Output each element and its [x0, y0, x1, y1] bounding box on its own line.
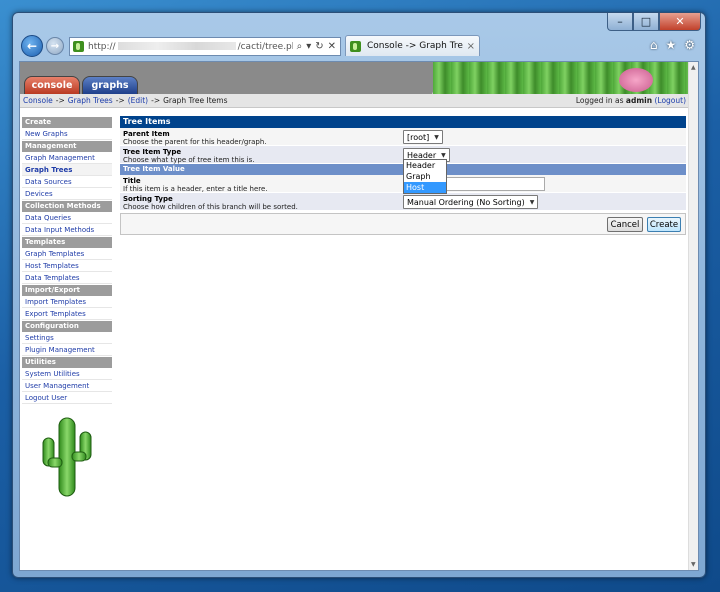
- cacti-header: console graphs: [20, 62, 689, 94]
- sorting-type-select[interactable]: Manual Ordering (No Sorting) ▼: [403, 195, 539, 209]
- refresh-icon[interactable]: ↻: [315, 41, 323, 52]
- forward-button[interactable]: →: [46, 37, 64, 55]
- menu-item-devices[interactable]: Devices: [22, 188, 112, 200]
- tab-console[interactable]: console: [24, 76, 80, 94]
- search-icon[interactable]: ⌕: [297, 41, 303, 52]
- vertical-scrollbar[interactable]: ▲ ▼: [688, 62, 698, 570]
- url-path: /cacti/tree.php?actior: [237, 41, 293, 52]
- breadcrumb-console[interactable]: Console: [23, 96, 53, 105]
- chevron-down-icon: ▼: [434, 133, 439, 141]
- settings-gear-icon[interactable]: ⚙: [684, 38, 695, 52]
- address-bar[interactable]: http:// /cacti/tree.php?actior ⌕ ▾ ↻ ✕: [69, 37, 341, 56]
- toolbar-icons: ⌂ ★ ⚙: [650, 38, 695, 52]
- breadcrumb-separator: ->: [55, 96, 65, 105]
- row-parent-item: Parent Item Choose the parent for this h…: [120, 128, 686, 146]
- menu-item-system-utilities[interactable]: System Utilities: [22, 368, 112, 380]
- menu-item-new-graphs[interactable]: New Graphs: [22, 128, 112, 140]
- page-viewport: console graphs Console -> Graph Trees ->…: [19, 61, 699, 571]
- menu-item-export-templates[interactable]: Export Templates: [22, 308, 112, 320]
- main-content: Tree Items Parent Item Choose the parent…: [120, 116, 686, 235]
- menu-header-create: Create: [22, 117, 112, 128]
- menu-item-plugin-management[interactable]: Plugin Management: [22, 344, 112, 356]
- cactus-logo-icon: [42, 417, 92, 497]
- login-prefix: Logged in as: [575, 96, 624, 105]
- url-redacted: [117, 42, 236, 50]
- menu-item-data-sources[interactable]: Data Sources: [22, 176, 112, 188]
- breadcrumb-graph-trees[interactable]: Graph Trees: [68, 96, 113, 105]
- breadcrumb-separator: ->: [115, 96, 125, 105]
- banner-flower: [619, 68, 653, 92]
- cacti-favicon-icon: [73, 41, 84, 52]
- menu-item-graph-management[interactable]: Graph Management: [22, 152, 112, 164]
- url-text[interactable]: http:// /cacti/tree.php?actior: [88, 42, 293, 52]
- breadcrumb-current: Graph Tree Items: [163, 96, 228, 105]
- option-header[interactable]: Header: [404, 160, 446, 171]
- cancel-button[interactable]: Cancel: [607, 217, 643, 232]
- logout-link[interactable]: (Logout): [654, 96, 686, 105]
- menu-item-settings[interactable]: Settings: [22, 332, 112, 344]
- parent-item-select[interactable]: [root] ▼: [403, 130, 443, 144]
- header-tabs: console graphs: [24, 76, 138, 94]
- favorites-star-icon[interactable]: ★: [665, 38, 676, 52]
- window-controls: – □ ✕: [607, 13, 701, 31]
- browser-window: – □ ✕ ← → http:// /cacti/tree.php?actior …: [12, 12, 706, 578]
- sorting-type-control: Manual Ordering (No Sorting) ▼: [403, 195, 539, 209]
- chevron-down-icon: ▼: [529, 198, 535, 206]
- tab-graphs[interactable]: graphs: [82, 76, 138, 94]
- browser-toolbar: ← → http:// /cacti/tree.php?actior ⌕ ▾ ↻ …: [19, 33, 699, 59]
- scroll-up-icon[interactable]: ▲: [691, 64, 696, 71]
- back-arrow-icon: ←: [26, 39, 38, 53]
- close-window-button[interactable]: ✕: [659, 13, 701, 31]
- menu-header-configuration: Configuration: [22, 321, 112, 332]
- breadcrumb: Console -> Graph Trees -> (Edit) -> Grap…: [20, 94, 689, 108]
- menu-item-user-management[interactable]: User Management: [22, 380, 112, 392]
- menu-item-graph-templates[interactable]: Graph Templates: [22, 248, 112, 260]
- parent-item-control: [root] ▼: [403, 130, 443, 144]
- url-prefix: http://: [88, 41, 116, 52]
- chevron-down-icon: ▼: [441, 151, 446, 159]
- menu-item-data-input-methods[interactable]: Data Input Methods: [22, 224, 112, 236]
- dropdown-icon[interactable]: ▾: [306, 41, 311, 52]
- tab-title: Console -> Graph Trees ...: [367, 41, 463, 51]
- tree-item-type-options: Header Graph Host: [403, 159, 447, 194]
- browser-tab[interactable]: Console -> Graph Trees ... ×: [345, 35, 480, 56]
- cacti-favicon-icon: [350, 40, 361, 52]
- maximize-button[interactable]: □: [633, 13, 659, 31]
- menu-header-utilities: Utilities: [22, 357, 112, 368]
- menu-item-graph-trees[interactable]: Graph Trees: [22, 164, 112, 176]
- menu-item-data-templates[interactable]: Data Templates: [22, 272, 112, 284]
- forward-arrow-icon: →: [50, 40, 60, 52]
- tab-close-icon[interactable]: ×: [463, 41, 479, 52]
- parent-item-value: [root]: [407, 132, 430, 142]
- form-button-bar: Cancel Create: [120, 213, 686, 235]
- console-menu: Create New Graphs Management Graph Manag…: [22, 116, 112, 404]
- login-user: admin: [625, 96, 653, 105]
- login-info: Logged in as admin (Logout): [576, 96, 686, 105]
- breadcrumb-separator: ->: [151, 96, 161, 105]
- menu-header-collection-methods: Collection Methods: [22, 201, 112, 212]
- back-button[interactable]: ←: [21, 35, 43, 57]
- menu-item-import-templates[interactable]: Import Templates: [22, 296, 112, 308]
- minimize-button[interactable]: –: [607, 13, 633, 31]
- menu-header-templates: Templates: [22, 237, 112, 248]
- menu-item-logout-user[interactable]: Logout User: [22, 392, 112, 404]
- option-host[interactable]: Host: [404, 182, 446, 193]
- breadcrumb-edit[interactable]: (Edit): [128, 96, 148, 105]
- home-icon[interactable]: ⌂: [650, 38, 658, 52]
- section-title-tree-items: Tree Items: [120, 116, 686, 128]
- stop-icon[interactable]: ✕: [328, 41, 336, 52]
- menu-header-import-export: Import/Export: [22, 285, 112, 296]
- scroll-down-icon[interactable]: ▼: [691, 561, 696, 568]
- address-icons: ⌕ ▾ ↻ ✕: [293, 41, 340, 52]
- menu-header-management: Management: [22, 141, 112, 152]
- row-sorting-type: Sorting Type Choose how children of this…: [120, 193, 686, 211]
- menu-item-host-templates[interactable]: Host Templates: [22, 260, 112, 272]
- sorting-type-value: Manual Ordering (No Sorting): [407, 197, 525, 207]
- create-button[interactable]: Create: [647, 217, 681, 232]
- option-graph[interactable]: Graph: [404, 171, 446, 182]
- menu-item-data-queries[interactable]: Data Queries: [22, 212, 112, 224]
